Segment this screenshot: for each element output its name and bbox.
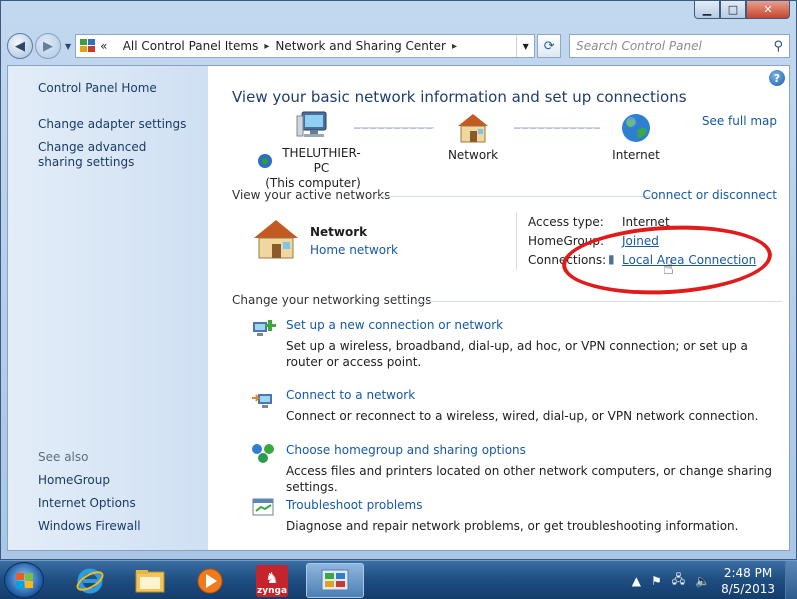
media-player-icon: [197, 568, 223, 593]
computer-node[interactable]: THELUTHIER-PC (This computer): [258, 110, 368, 191]
media-player-button[interactable]: [188, 563, 232, 598]
chevron-right-icon[interactable]: [114, 41, 117, 52]
setup-connection-link[interactable]: Set up a new connection or network: [286, 318, 503, 332]
control-panel-icon: [80, 39, 96, 53]
control-panel-icon: [321, 569, 349, 590]
search-placeholder: Search Control Panel: [576, 39, 702, 53]
minimize-button[interactable]: ▁: [694, 1, 720, 19]
internet-node[interactable]: Internet: [606, 112, 666, 163]
divider: [416, 301, 782, 302]
breadcrumb-overflow[interactable]: «: [100, 39, 107, 53]
home-network-icon: [458, 114, 488, 143]
address-dropdown[interactable]: ▼: [516, 35, 534, 57]
map-connector: [354, 127, 434, 129]
computer-icon: [296, 111, 327, 137]
active-network-name: Network: [310, 225, 368, 239]
connect-network-icon: [252, 394, 272, 408]
back-arrow-icon: ◀: [15, 38, 25, 54]
search-input[interactable]: Search Control Panel ⚲: [569, 34, 790, 58]
divider: [378, 196, 650, 197]
notification-area: ▲ ⚑ 🖧 🔈 2:48 PM 8/5/2013: [627, 561, 797, 599]
help-icon[interactable]: ?: [769, 70, 785, 86]
page-title: View your basic network information and …: [232, 88, 687, 106]
see-full-map-link[interactable]: See full map: [702, 114, 777, 128]
active-networks-heading: View your active networks: [232, 188, 391, 202]
map-connector: [514, 127, 600, 129]
volume-icon[interactable]: 🔈: [695, 574, 710, 588]
show-hidden-icons-icon[interactable]: ▲: [632, 574, 641, 588]
globe-icon: [622, 114, 650, 142]
show-desktop-button[interactable]: [785, 561, 797, 599]
taskbar: ♞ zynga ▲ ⚑ 🖧 🔈 2:48 PM 8/5/2013: [0, 560, 797, 599]
control-panel-home-link[interactable]: Control Panel Home: [38, 81, 157, 96]
start-button[interactable]: [4, 562, 44, 598]
homegroup-sharing-desc: Access files and printers located on oth…: [286, 464, 772, 494]
change-advanced-sharing-link[interactable]: Change advanced sharing settings: [38, 140, 188, 170]
setup-connection-desc: Set up a wireless, broadband, dial-up, a…: [286, 339, 748, 369]
home-network-icon: [254, 220, 298, 259]
change-adapter-settings-link[interactable]: Change adapter settings: [38, 117, 186, 132]
control-panel-button[interactable]: [306, 563, 364, 598]
homegroup-icon: [258, 154, 272, 168]
internet-explorer-icon: [76, 568, 104, 593]
homegroup-link[interactable]: HomeGroup: [38, 473, 110, 488]
content-area: Control Panel Home Change adapter settin…: [7, 65, 790, 551]
troubleshoot-desc: Diagnose and repair network problems, or…: [286, 519, 739, 533]
maximize-button[interactable]: □: [720, 1, 746, 19]
chevron-right-icon[interactable]: ▸: [452, 41, 457, 52]
windows-logo-icon: [16, 573, 34, 589]
forward-arrow-icon: ▶: [43, 38, 53, 54]
clock-time: 2:48 PM: [723, 565, 773, 580]
connect-network-desc: Connect or reconnect to a wireless, wire…: [286, 409, 759, 423]
connect-disconnect-link[interactable]: Connect or disconnect: [642, 188, 777, 202]
navigation-toolbar: ◀ ▶ ▼ « All Control Panel Items ▸ Networ…: [7, 31, 790, 61]
divider: [516, 212, 517, 270]
connect-network-link[interactable]: Connect to a network: [286, 388, 415, 402]
hand-cursor-icon: ☝: [663, 258, 674, 279]
task-pane: Control Panel Home Change adapter settin…: [8, 66, 208, 550]
clock[interactable]: 2:48 PM 8/5/2013: [721, 565, 775, 597]
address-bar[interactable]: « All Control Panel Items ▸ Network and …: [75, 34, 536, 58]
change-settings-heading: Change your networking settings: [232, 293, 432, 307]
breadcrumb-network-center[interactable]: Network and Sharing Center: [275, 39, 446, 53]
network-label: Network: [447, 148, 499, 162]
search-icon[interactable]: ⚲: [773, 39, 783, 54]
breadcrumb-all-items[interactable]: All Control Panel Items: [123, 39, 259, 53]
troubleshoot-link[interactable]: Troubleshoot problems: [286, 498, 422, 512]
close-button[interactable]: ✕: [746, 1, 790, 19]
homegroup-icon: [252, 444, 274, 463]
back-button[interactable]: ◀: [7, 33, 33, 59]
windows-explorer-button[interactable]: [128, 563, 172, 598]
network-node[interactable]: Network: [440, 112, 506, 163]
windows-firewall-link[interactable]: Windows Firewall: [38, 519, 141, 534]
forward-button[interactable]: ▶: [35, 33, 61, 59]
refresh-button[interactable]: ⟳: [537, 34, 562, 58]
recent-pages-dropdown[interactable]: ▼: [65, 42, 71, 51]
network-icon[interactable]: 🖧: [672, 570, 685, 591]
computer-name: THELUTHIER-PC: [282, 146, 361, 175]
chevron-right-icon[interactable]: ▸: [264, 41, 269, 52]
zynga-icon: ♞ zynga: [256, 564, 288, 597]
homegroup-sharing-link[interactable]: Choose homegroup and sharing options: [286, 443, 526, 457]
new-connection-icon: [253, 320, 276, 336]
internet-label: Internet: [612, 148, 660, 162]
clock-date: 8/5/2013: [721, 581, 775, 596]
refresh-icon: ⟳: [543, 38, 555, 54]
windows-explorer-icon: [135, 569, 165, 592]
see-also-label: See also: [38, 450, 89, 464]
zynga-button[interactable]: ♞ zynga: [250, 563, 294, 598]
internet-explorer-button[interactable]: [68, 563, 112, 598]
access-type-label: Access type:: [528, 215, 604, 229]
zynga-label: zynga: [256, 585, 288, 596]
network-type-link[interactable]: Home network: [310, 243, 398, 257]
internet-options-link[interactable]: Internet Options: [38, 496, 136, 511]
caption-buttons: ▁ □ ✕: [694, 1, 790, 19]
main-panel: ? View your basic network information an…: [208, 66, 789, 550]
action-center-icon[interactable]: ⚑: [651, 574, 662, 588]
troubleshoot-icon: [252, 498, 274, 516]
